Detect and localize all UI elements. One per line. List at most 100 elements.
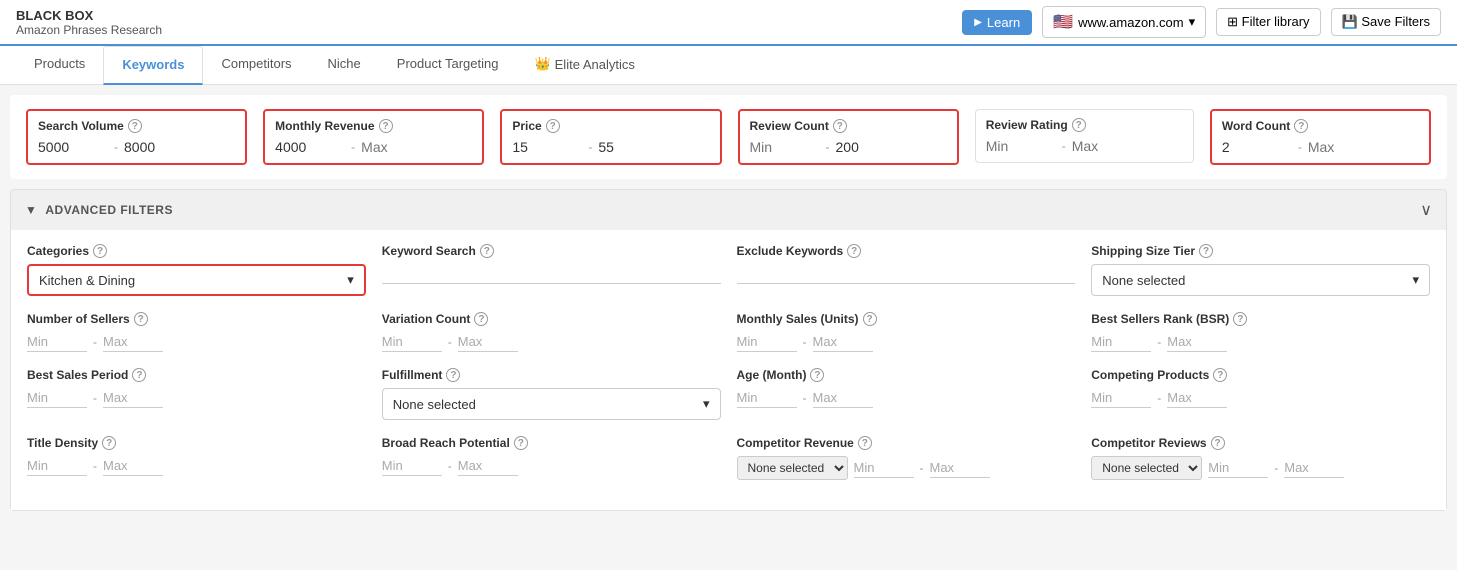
number-of-sellers-col: Number of Sellers ? - — [27, 312, 382, 352]
bsr-max-input[interactable] — [1167, 332, 1227, 352]
save-icon: 💾 — [1342, 14, 1358, 29]
app-subtitle: Amazon Phrases Research — [16, 23, 162, 37]
fulfillment-dropdown[interactable]: None selected ▾ — [382, 388, 721, 420]
tab-competitors[interactable]: Competitors — [203, 46, 309, 84]
title-density-min-input[interactable] — [27, 456, 87, 476]
search-volume-help-icon[interactable]: ? — [128, 119, 142, 133]
bsr-min-input[interactable] — [1091, 332, 1151, 352]
monthly-revenue-help-icon[interactable]: ? — [379, 119, 393, 133]
header-branding: BLACK BOX Amazon Phrases Research — [16, 8, 162, 37]
monthly-revenue-min-input[interactable] — [275, 139, 345, 155]
advanced-filters-header[interactable]: ▼ ADVANCED FILTERS ∨ — [11, 190, 1446, 230]
shipping-size-dropdown[interactable]: None selected ▾ — [1091, 264, 1430, 296]
shipping-size-tier-col: Shipping Size Tier ? None selected ▾ — [1091, 244, 1430, 296]
review-rating-help-icon[interactable]: ? — [1072, 118, 1086, 132]
tab-keywords[interactable]: Keywords — [103, 46, 203, 85]
tab-elite-analytics[interactable]: 👑 Elite Analytics — [516, 46, 652, 84]
advanced-chevron-icon: ∨ — [1420, 200, 1432, 220]
monthly-sales-help-icon[interactable]: ? — [863, 312, 877, 326]
keyword-search-help-icon[interactable]: ? — [480, 244, 494, 258]
search-volume-max-input[interactable] — [124, 139, 194, 155]
tab-products[interactable]: Products — [16, 46, 103, 84]
fulfillment-col: Fulfillment ? None selected ▾ — [382, 368, 737, 420]
competing-products-help-icon[interactable]: ? — [1213, 368, 1227, 382]
review-rating-min-input[interactable] — [986, 138, 1056, 154]
categories-dropdown[interactable]: Kitchen & Dining ▾ — [27, 264, 366, 296]
monthly-sales-min-input[interactable] — [737, 332, 797, 352]
competing-max-input[interactable] — [1167, 388, 1227, 408]
monthly-sales-max-input[interactable] — [813, 332, 873, 352]
exclude-keywords-col: Exclude Keywords ? — [737, 244, 1092, 296]
funnel-icon: ▼ — [25, 203, 37, 217]
keyword-search-input[interactable] — [382, 264, 721, 284]
title-density-help-icon[interactable]: ? — [102, 436, 116, 450]
competitor-reviews-select[interactable]: None selected — [1091, 456, 1202, 480]
best-sales-min-input[interactable] — [27, 388, 87, 408]
age-help-icon[interactable]: ? — [810, 368, 824, 382]
chevron-down-icon: ▾ — [1189, 14, 1196, 30]
competitor-revenue-help-icon[interactable]: ? — [858, 436, 872, 450]
tabs-bar: Products Keywords Competitors Niche Prod… — [0, 46, 1457, 85]
competitor-reviews-min-input[interactable] — [1208, 458, 1268, 478]
review-rating-filter: Review Rating ? - — [975, 109, 1194, 163]
competing-min-input[interactable] — [1091, 388, 1151, 408]
bsr-col: Best Sellers Rank (BSR) ? - — [1091, 312, 1430, 352]
competitor-reviews-help-icon[interactable]: ? — [1211, 436, 1225, 450]
num-sellers-help-icon[interactable]: ? — [134, 312, 148, 326]
save-filters-button[interactable]: 💾 Save Filters — [1331, 8, 1441, 36]
broad-reach-max-input[interactable] — [458, 456, 518, 476]
word-count-help-icon[interactable]: ? — [1294, 119, 1308, 133]
variation-count-col: Variation Count ? - — [382, 312, 737, 352]
competitor-revenue-min-input[interactable] — [854, 458, 914, 478]
title-density-max-input[interactable] — [103, 456, 163, 476]
num-sellers-max-input[interactable] — [103, 332, 163, 352]
variation-count-min-input[interactable] — [382, 332, 442, 352]
monthly-revenue-filter: Monthly Revenue ? - — [263, 109, 484, 165]
fulfillment-chevron-icon: ▾ — [703, 396, 710, 412]
competitor-revenue-select[interactable]: None selected — [737, 456, 848, 480]
tab-product-targeting[interactable]: Product Targeting — [379, 46, 517, 84]
broad-reach-help-icon[interactable]: ? — [514, 436, 528, 450]
title-density-col: Title Density ? - — [27, 436, 382, 480]
domain-button[interactable]: 🇺🇸 www.amazon.com ▾ — [1042, 6, 1206, 38]
broad-reach-min-input[interactable] — [382, 456, 442, 476]
exclude-keywords-input[interactable] — [737, 264, 1076, 284]
shipping-size-help-icon[interactable]: ? — [1199, 244, 1213, 258]
advanced-filters-body: Categories ? Kitchen & Dining ▾ Keyword … — [11, 230, 1446, 510]
monthly-revenue-max-input[interactable] — [361, 139, 431, 155]
best-sales-period-col: Best Sales Period ? - — [27, 368, 382, 420]
search-volume-filter: Search Volume ? - — [26, 109, 247, 165]
categories-help-icon[interactable]: ? — [93, 244, 107, 258]
main-filters: Search Volume ? - Monthly Revenue ? - — [10, 95, 1447, 179]
competitor-reviews-max-input[interactable] — [1284, 458, 1344, 478]
age-max-input[interactable] — [813, 388, 873, 408]
learn-button[interactable]: Learn — [962, 10, 1032, 35]
age-min-input[interactable] — [737, 388, 797, 408]
crown-icon: 👑 — [534, 56, 550, 72]
best-sales-help-icon[interactable]: ? — [132, 368, 146, 382]
tab-niche[interactable]: Niche — [310, 46, 379, 84]
filter-library-button[interactable]: ⊞ Filter library — [1216, 8, 1320, 36]
word-count-max-input[interactable] — [1308, 139, 1378, 155]
word-count-filter: Word Count ? - — [1210, 109, 1431, 165]
keyword-search-col: Keyword Search ? — [382, 244, 737, 296]
best-sales-max-input[interactable] — [103, 388, 163, 408]
num-sellers-min-input[interactable] — [27, 332, 87, 352]
variation-count-max-input[interactable] — [458, 332, 518, 352]
review-count-max-input[interactable] — [836, 139, 906, 155]
price-max-input[interactable] — [598, 139, 668, 155]
word-count-min-input[interactable] — [1222, 139, 1292, 155]
price-min-input[interactable] — [512, 139, 582, 155]
exclude-keywords-help-icon[interactable]: ? — [847, 244, 861, 258]
fulfillment-help-icon[interactable]: ? — [446, 368, 460, 382]
bsr-help-icon[interactable]: ? — [1233, 312, 1247, 326]
review-count-min-input[interactable] — [750, 139, 820, 155]
advanced-row-2: Number of Sellers ? - Variation Count ? … — [27, 312, 1430, 352]
search-volume-min-input[interactable] — [38, 139, 108, 155]
price-help-icon[interactable]: ? — [546, 119, 560, 133]
review-count-help-icon[interactable]: ? — [833, 119, 847, 133]
competitor-revenue-max-input[interactable] — [930, 458, 990, 478]
variation-count-help-icon[interactable]: ? — [474, 312, 488, 326]
filter-lib-icon: ⊞ — [1227, 14, 1238, 29]
review-rating-max-input[interactable] — [1072, 138, 1142, 154]
